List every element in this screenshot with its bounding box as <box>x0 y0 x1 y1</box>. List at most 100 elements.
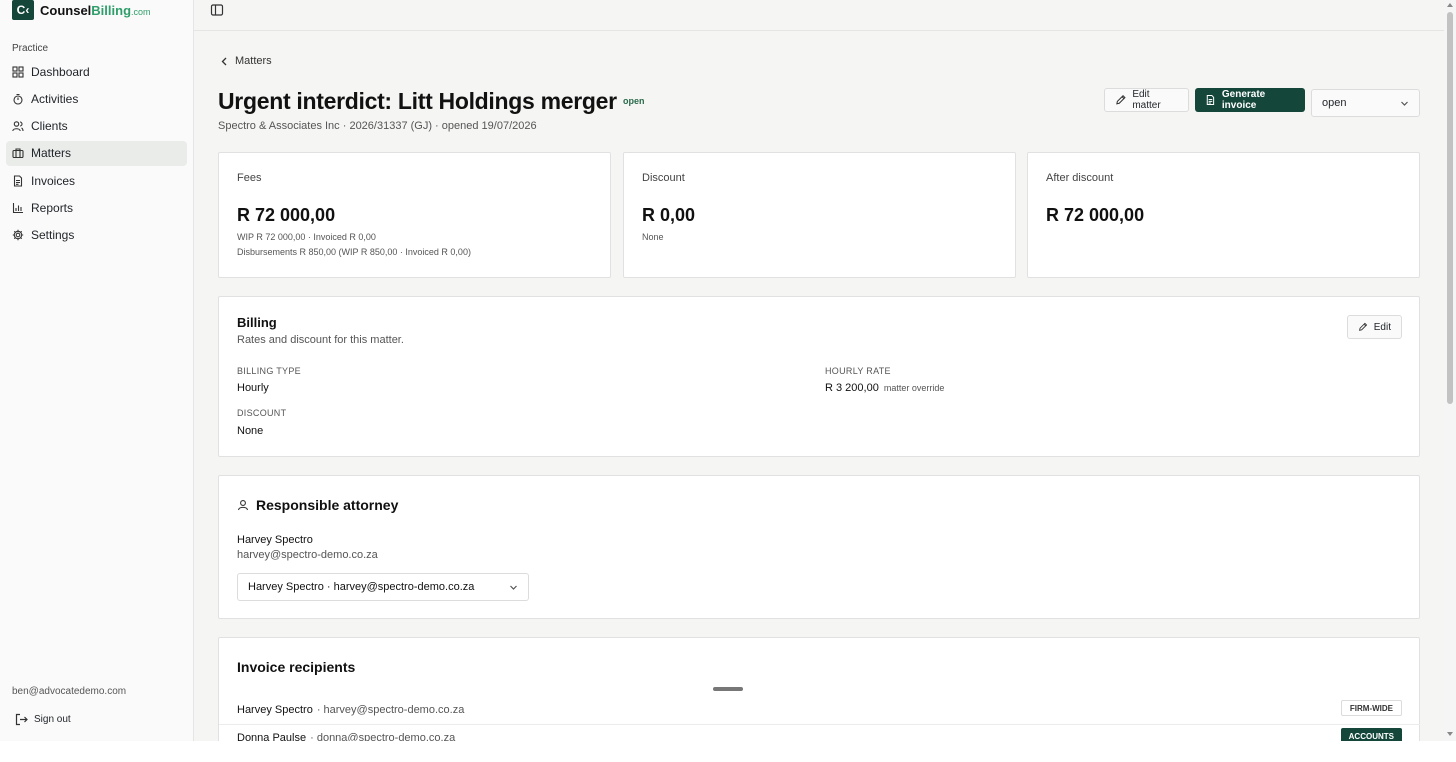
invoice-recipients-card: Invoice recipients Harvey Spectro · harv… <box>218 637 1420 741</box>
viewport-bottom-strip <box>0 741 1456 762</box>
fees-card: Fees R 72 000,00 WIP R 72 000,00 · Invoi… <box>218 152 611 278</box>
sign-out-icon <box>15 713 28 726</box>
recipient-name: Donna Paulse <box>237 732 307 741</box>
list-item[interactable]: Donna Paulse · donna@spectro-demo.co.za … <box>237 726 1402 741</box>
after-discount-label: After discount <box>1046 172 1114 184</box>
responsible-attorney-card: Responsible attorney Harvey Spectro harv… <box>218 475 1420 619</box>
recipient-name: Harvey Spectro <box>237 704 313 716</box>
nav-section-label: Practice <box>12 43 49 54</box>
list-item[interactable]: Harvey Spectro · harvey@spectro-demo.co.… <box>237 698 1402 722</box>
brand-logo[interactable]: C ‹ CounselBilling.com <box>12 0 151 20</box>
sidebar-item-label: Invoices <box>31 173 76 188</box>
user-email: ben@advocatedemo.com <box>12 686 127 697</box>
generate-invoice-button[interactable]: Generate invoice <box>1195 88 1305 112</box>
user-icon <box>237 500 249 511</box>
divider <box>219 724 1420 725</box>
fees-label: Fees <box>237 172 262 184</box>
bar-chart-icon <box>12 202 23 214</box>
discount-field-label: DISCOUNT <box>237 408 287 418</box>
hourly-rate-value: R 3 200,00 <box>825 382 879 394</box>
hourly-rate-label: HOURLY RATE <box>825 366 891 376</box>
generate-invoice-label: Generate invoice <box>1221 89 1266 111</box>
sidebar-item-label: Settings <box>31 228 75 243</box>
edit-billing-button[interactable]: Edit <box>1347 315 1402 339</box>
after-discount-card: After discount R 72 000,00 <box>1027 152 1420 278</box>
recipient-email: · donna@spectro-demo.co.za <box>310 732 456 741</box>
logo-mark: C ‹ <box>12 0 34 20</box>
billing-type-value: Hourly <box>237 382 269 394</box>
page-scrollbar[interactable] <box>1444 0 1456 741</box>
attorney-title: Responsible attorney <box>256 497 399 513</box>
chevron-down-icon <box>1401 101 1408 106</box>
attorney-select[interactable]: Harvey Spectro · harvey@spectro-demo.co.… <box>237 573 529 601</box>
sign-out-button[interactable]: Sign out <box>15 713 71 726</box>
users-icon <box>12 121 24 132</box>
sidebar-nav: Dashboard Activities Clients Matters Inv… <box>6 59 187 250</box>
gear-icon <box>12 230 24 241</box>
attorney-heading: Responsible attorney <box>237 497 398 513</box>
sidebar-item-label: Reports <box>31 200 74 215</box>
status-select-value: open <box>1322 97 1347 109</box>
status-badge: open <box>623 96 645 106</box>
sidebar-item-label: Matters <box>31 146 72 161</box>
after-discount-value: R 72 000,00 <box>1046 205 1145 225</box>
scroll-up-arrow-icon[interactable] <box>1447 2 1453 8</box>
main-content: Matters Urgent interdict: Litt Holdings … <box>194 31 1444 741</box>
sidebar-item-dashboard[interactable]: Dashboard <box>6 59 187 84</box>
grid-icon <box>12 65 24 78</box>
discount-field-value: None <box>237 425 264 437</box>
discount-card: Discount R 0,00 None <box>623 152 1016 278</box>
sidebar-toggle-icon[interactable] <box>210 3 224 17</box>
attorney-email: harvey@spectro-demo.co.za <box>237 549 378 561</box>
recipient-tag: FIRM-WIDE <box>1340 700 1402 716</box>
fees-value: R 72 000,00 <box>237 205 336 225</box>
edit-matter-label: Edit matter <box>1132 89 1161 111</box>
page-title: Urgent interdict: Litt Holdings merger <box>218 88 617 114</box>
sidebar-item-label: Dashboard <box>31 64 90 79</box>
hourly-rate-note: matter override <box>883 383 945 393</box>
matter-subtitle: Spectro & Associates Inc · 2026/31337 (G… <box>218 120 537 132</box>
sidebar-item-label: Clients <box>31 119 68 134</box>
sign-out-label: Sign out <box>34 714 71 725</box>
recipient-tag: ACCOUNTS <box>1340 728 1402 741</box>
scrollbar-thumb[interactable] <box>1447 12 1453 404</box>
file-icon <box>1206 94 1215 106</box>
edit-matter-button[interactable]: Edit matter <box>1104 88 1189 112</box>
timer-icon <box>13 93 23 105</box>
discount-value: R 0,00 <box>642 205 696 225</box>
briefcase-icon <box>12 148 24 159</box>
top-bar <box>194 0 1444 31</box>
sidebar: C ‹ CounselBilling.com Practice Dashboard… <box>0 0 194 741</box>
hourly-rate-field: R 3 200,00 matter override <box>825 382 944 394</box>
chevron-left-icon <box>221 57 227 65</box>
discount-note: None <box>642 232 664 242</box>
sidebar-item-activities[interactable]: Activities <box>6 86 187 111</box>
scroll-down-arrow-icon[interactable] <box>1447 731 1453 737</box>
logo-text: CounselBilling.com <box>40 2 151 18</box>
recipient-email: · harvey@spectro-demo.co.za <box>316 704 465 716</box>
sidebar-item-settings[interactable]: Settings <box>6 223 187 248</box>
breadcrumb-label: Matters <box>235 55 272 67</box>
edit-billing-label: Edit <box>1373 321 1391 333</box>
pencil-icon <box>1359 322 1368 331</box>
attorney-name: Harvey Spectro <box>237 534 313 546</box>
billing-card: Billing Rates and discount for this matt… <box>218 296 1420 457</box>
sidebar-item-reports[interactable]: Reports <box>6 195 187 220</box>
fees-wip-line: WIP R 72 000,00 · Invoiced R 0,00 <box>237 232 376 242</box>
discount-label: Discount <box>642 172 685 184</box>
billing-description: Rates and discount for this matter. <box>237 334 404 346</box>
sidebar-item-matters[interactable]: Matters <box>6 140 187 166</box>
file-icon <box>13 175 23 187</box>
sidebar-item-invoices[interactable]: Invoices <box>6 168 187 193</box>
recipients-title: Invoice recipients <box>237 659 356 675</box>
attorney-select-value: Harvey Spectro · harvey@spectro-demo.co.… <box>248 581 475 593</box>
pencil-icon <box>1116 95 1126 105</box>
fees-disbursements-line: Disbursements R 850,00 (WIP R 850,00 · I… <box>237 247 471 257</box>
sidebar-item-clients[interactable]: Clients <box>6 114 187 139</box>
billing-type-label: BILLING TYPE <box>237 366 301 376</box>
drag-handle[interactable] <box>713 687 743 691</box>
breadcrumb-back-link[interactable]: Matters <box>220 55 272 67</box>
chevron-down-icon <box>510 585 517 590</box>
sidebar-item-label: Activities <box>31 91 79 106</box>
matter-status-select[interactable]: open <box>1311 89 1420 117</box>
